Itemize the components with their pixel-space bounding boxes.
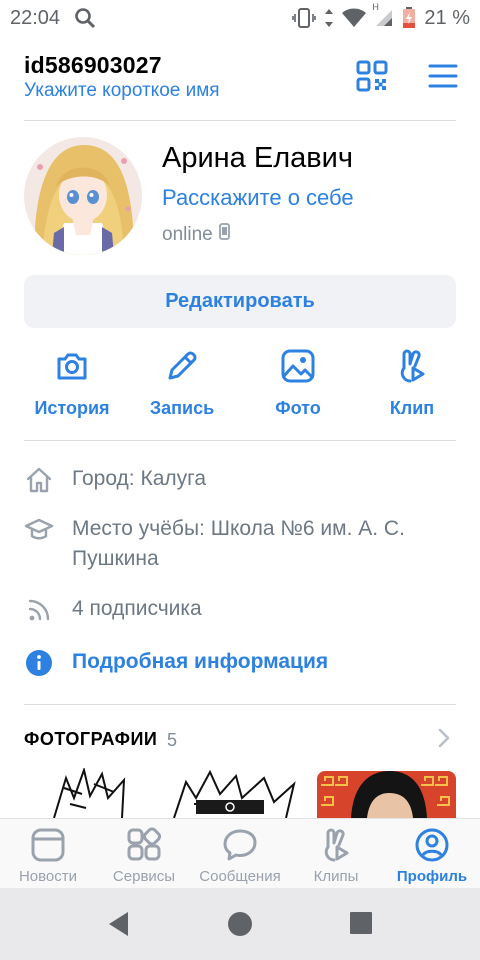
- pencil-icon: [164, 348, 200, 384]
- action-post-label: Запись: [149, 398, 215, 418]
- bottom-tab-bar: Новости Сервисы Сообщения Клипы Профиль: [0, 818, 480, 888]
- network-type-label: H: [372, 2, 379, 12]
- tab-profile-label: Профиль: [396, 868, 468, 885]
- tab-services[interactable]: Сервисы: [96, 819, 192, 889]
- rss-icon: [24, 595, 54, 625]
- data-transfer-icon: [324, 7, 334, 29]
- quick-actions: История Запись Фото Клип: [24, 346, 456, 424]
- info-school: Место учёбы: Школа №6 им. А. С. Пушкина: [24, 514, 456, 574]
- user-id: id586903027: [24, 52, 162, 78]
- online-status-text: online: [162, 223, 213, 245]
- info-icon: [24, 648, 54, 678]
- set-short-name-link[interactable]: Укажите короткое имя: [24, 80, 220, 102]
- system-navigation-bar: [0, 888, 480, 960]
- photos-title[interactable]: ФОТОГРАФИИ: [24, 729, 157, 750]
- mobile-device-icon: [218, 223, 230, 246]
- education-icon: [24, 515, 54, 545]
- menu-icon[interactable]: [428, 64, 458, 88]
- tab-messages-label: Сообщения: [199, 868, 281, 885]
- avatar[interactable]: [24, 137, 142, 255]
- signal-icon: H: [372, 2, 394, 28]
- school-text: Место учёбы: Школа №6 им. А. С. Пушкина: [72, 514, 405, 574]
- action-post[interactable]: Запись: [134, 346, 230, 424]
- online-status: online: [162, 223, 230, 246]
- home-icon: [24, 465, 54, 495]
- photos-count: 5: [167, 730, 178, 750]
- details-link: Подробная информация: [72, 650, 329, 673]
- followers-text: 4 подписчика: [72, 597, 202, 620]
- edit-profile-button[interactable]: Редактировать: [24, 275, 456, 328]
- school-line-2: Пушкина: [72, 547, 159, 570]
- profile-name: Арина Елавич: [162, 142, 353, 174]
- action-story-label: История: [34, 398, 110, 418]
- clips-icon: [318, 827, 354, 863]
- recents-icon[interactable]: [348, 910, 376, 938]
- tab-clips-label: Клипы: [313, 868, 359, 885]
- search-status-icon: [74, 7, 96, 29]
- tab-profile[interactable]: Профиль: [384, 819, 480, 889]
- action-story[interactable]: История: [24, 346, 120, 424]
- school-line-1: Место учёбы: Школа №6 им. А. С.: [72, 517, 405, 540]
- messages-icon: [222, 827, 258, 863]
- wifi-icon: [342, 8, 367, 28]
- battery-icon: [402, 7, 416, 29]
- photo-thumbnail[interactable]: [317, 771, 456, 818]
- tab-services-label: Сервисы: [112, 868, 176, 885]
- tab-messages[interactable]: Сообщения: [192, 819, 288, 889]
- info-city: Город: Калуга: [24, 464, 456, 495]
- action-photo[interactable]: Фото: [250, 346, 346, 424]
- photo-thumbnail[interactable]: [24, 768, 304, 818]
- camera-icon: [54, 348, 90, 384]
- info-divider: [24, 704, 456, 705]
- home-button-icon[interactable]: [226, 910, 254, 938]
- status-bar: 22:04 H 21 %: [0, 0, 480, 36]
- news-icon: [30, 827, 66, 863]
- services-icon: [126, 827, 162, 863]
- vibrate-icon: [292, 7, 317, 29]
- tab-news[interactable]: Новости: [0, 819, 96, 889]
- photo-icon: [280, 348, 316, 384]
- profile-header: id586903027 Укажите короткое имя: [24, 50, 458, 104]
- back-icon[interactable]: [106, 910, 134, 938]
- tab-clips[interactable]: Клипы: [288, 819, 384, 889]
- about-me-link[interactable]: Расскажите о себе: [162, 185, 354, 211]
- chevron-right-icon[interactable]: [434, 727, 454, 749]
- action-clip-label: Клип: [389, 398, 435, 418]
- city-text: Город: Калуга: [72, 467, 207, 490]
- info-details[interactable]: Подробная информация: [24, 647, 456, 678]
- profile-icon: [414, 827, 450, 863]
- action-photo-label: Фото: [275, 398, 321, 418]
- info-followers[interactable]: 4 подписчика: [24, 594, 456, 625]
- clip-icon: [394, 348, 430, 384]
- qr-code-icon[interactable]: [356, 60, 388, 92]
- status-time: 22:04: [10, 6, 61, 29]
- action-clip[interactable]: Клип: [364, 346, 460, 424]
- actions-divider: [24, 440, 456, 441]
- battery-percent: 21 %: [424, 6, 470, 29]
- tab-news-label: Новости: [18, 868, 78, 885]
- header-divider: [24, 120, 456, 121]
